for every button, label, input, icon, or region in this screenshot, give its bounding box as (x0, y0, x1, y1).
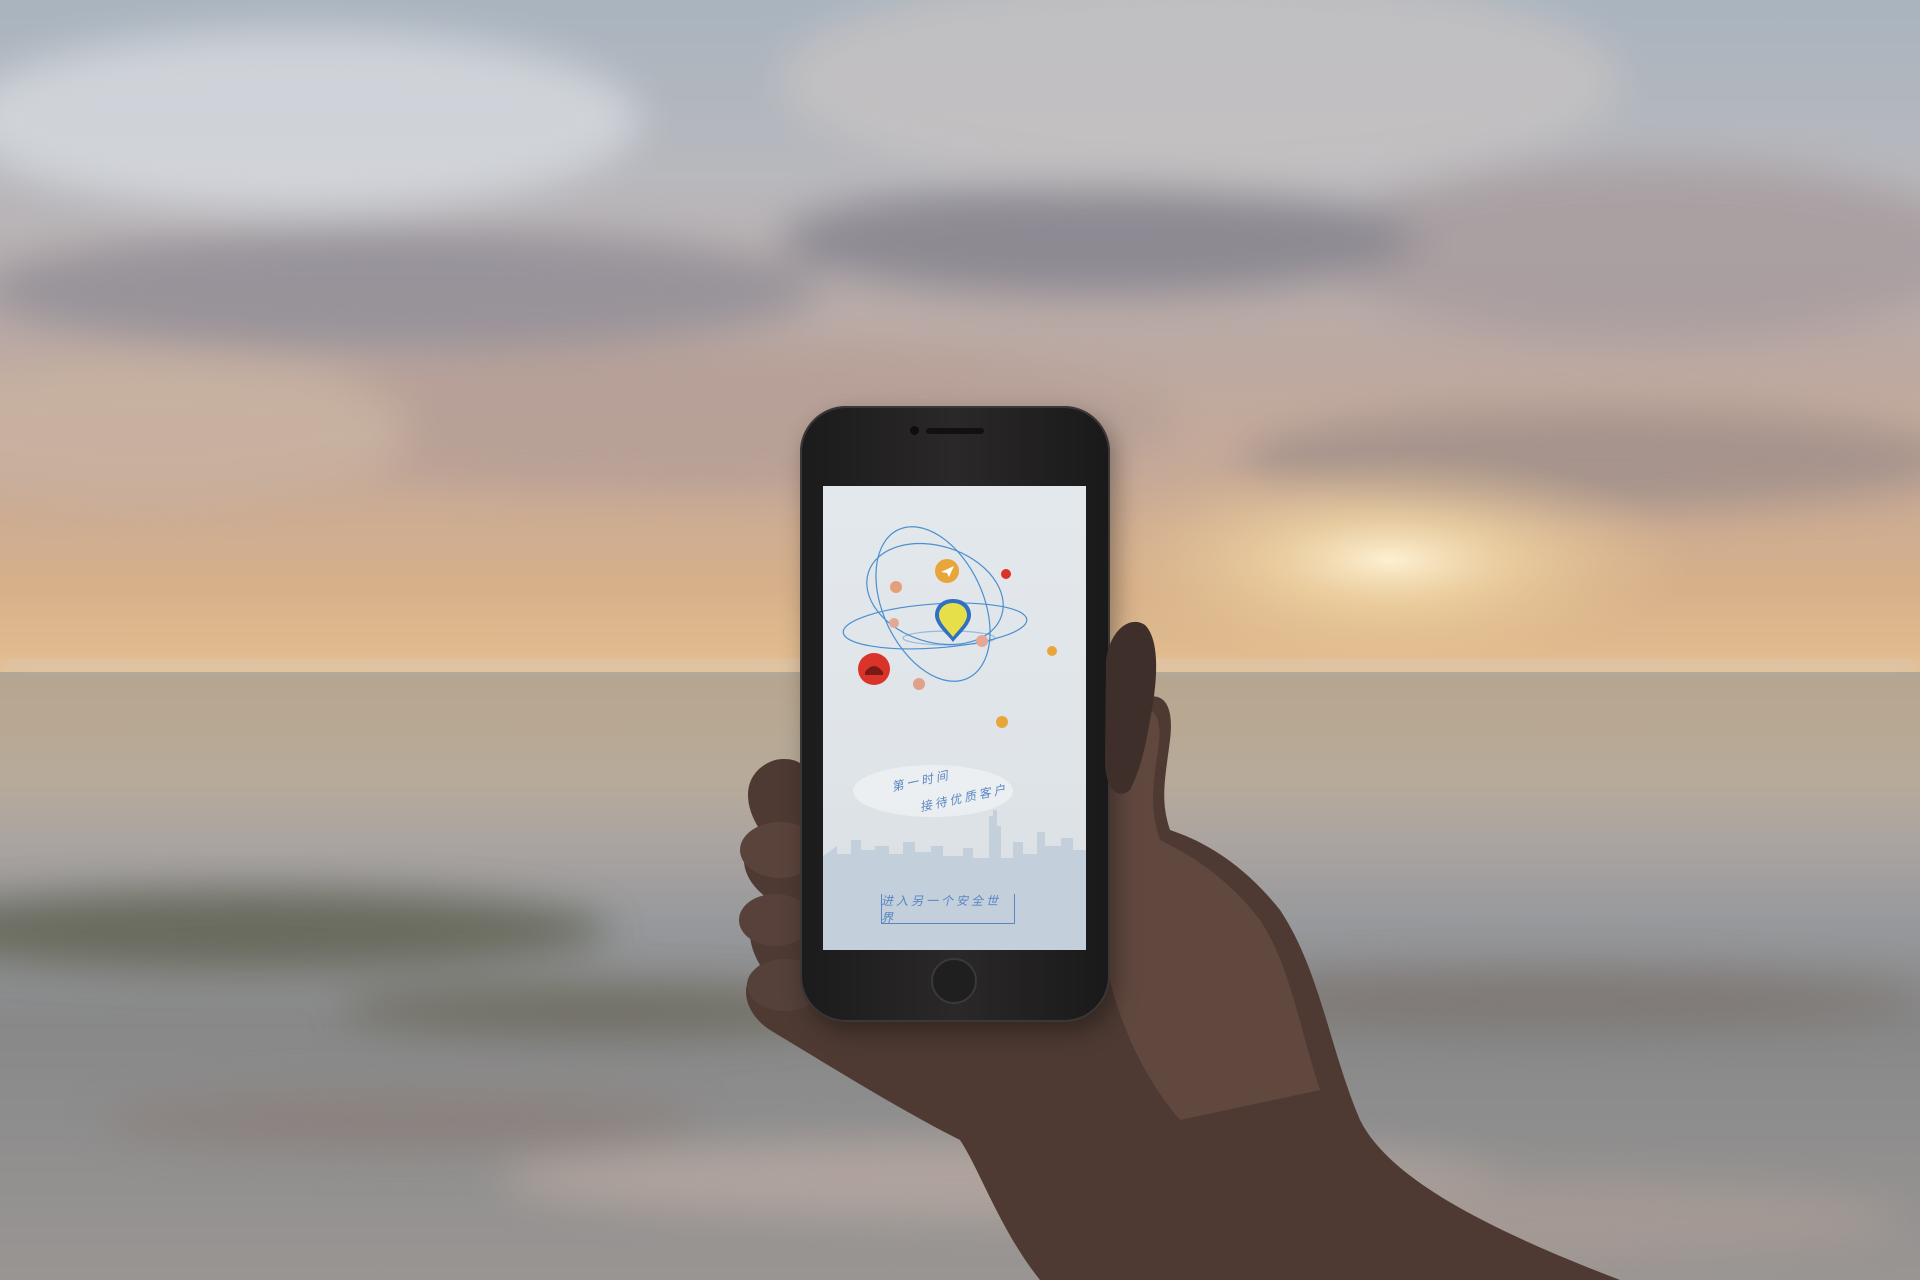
photo-scene: 第一时间 接待优质客户 进入另一个安全世界 (0, 0, 1920, 1280)
thumb (1105, 621, 1157, 794)
